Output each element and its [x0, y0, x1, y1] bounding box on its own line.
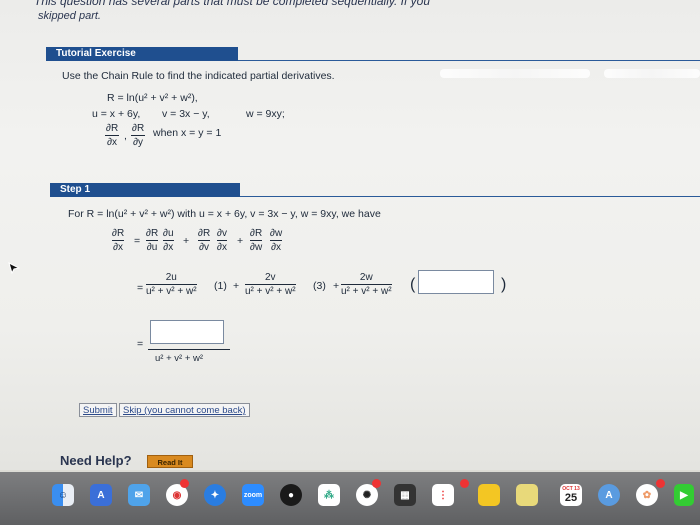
finder-icon[interactable]: ☺ — [52, 484, 74, 506]
calendar-icon[interactable]: OCT 13 25 — [560, 484, 582, 506]
fraction-bar — [148, 349, 230, 350]
plus: + — [237, 235, 244, 247]
frac-num: ∂R — [112, 228, 125, 239]
frac-den: u² + v² + w² — [245, 286, 296, 297]
dr-du: ∂R ∂u — [146, 228, 159, 253]
plus: + — [333, 280, 340, 292]
frac-den: ∂x — [217, 242, 227, 253]
frac-den: u² + v² + w² — [341, 286, 392, 297]
notification-badge — [180, 479, 189, 488]
slack-icon[interactable]: ⁂ — [318, 484, 340, 506]
zoom-icon[interactable]: zoom — [242, 484, 264, 506]
lhs-dr-dx: ∂R ∂x — [112, 228, 125, 253]
tutorial-rule — [238, 60, 700, 61]
final-denominator: u² + v² + w² — [155, 353, 204, 364]
cut-off-text: This question has several parts that mus… — [34, 0, 430, 8]
plus: + — [233, 280, 240, 292]
frac-num: 2u — [165, 272, 177, 283]
frac-num: ∂R — [106, 123, 119, 134]
numerator-answer-input[interactable] — [150, 320, 224, 344]
frac-den: ∂u — [146, 242, 158, 253]
equation-w: w = 9xy; — [246, 108, 285, 120]
translate-icon[interactable]: A — [90, 484, 112, 506]
maps-icon[interactable]: A — [598, 484, 620, 506]
step-header: Step 1 — [50, 183, 240, 197]
skip-button[interactable]: Skip (you cannot come back) — [119, 403, 250, 417]
need-help-label: Need Help? — [60, 453, 132, 468]
frac-den: ∂y — [133, 137, 144, 148]
mail-icon[interactable]: ✉ — [128, 484, 150, 506]
frac-den: ∂x — [107, 137, 118, 148]
skipped-notice: skipped part. — [38, 10, 101, 22]
frac-num: ∂R — [250, 228, 263, 239]
dr-dw: ∂R ∂w — [250, 228, 263, 253]
notification-badge — [656, 479, 665, 488]
step-rule — [240, 196, 700, 197]
frac-den: ∂v — [199, 242, 210, 253]
dw-dx: ∂w ∂x — [270, 228, 283, 253]
multiplier-1: (1) — [214, 280, 227, 292]
glare — [604, 69, 700, 78]
page: This question has several parts that mus… — [0, 0, 700, 470]
photos-icon[interactable]: ✿ — [636, 484, 658, 506]
instruction-text: Use the Chain Rule to find the indicated… — [62, 70, 335, 82]
target-dr-dy: ∂R ∂y — [131, 123, 146, 148]
glare — [440, 69, 590, 78]
frac-num: ∂u — [163, 228, 174, 239]
screen-icon[interactable]: ● — [280, 484, 302, 506]
open-paren: ( — [410, 276, 416, 293]
condition-text: when x = y = 1 — [153, 127, 222, 139]
target-dr-dx: ∂R ∂x — [105, 123, 120, 148]
separator: , — [124, 130, 127, 142]
frac-num: ∂R — [132, 123, 145, 134]
frac-num: ∂w — [270, 228, 283, 239]
step-intro: For R = ln(u² + v² + w²) with u = x + 6y… — [68, 208, 381, 220]
equation-u: u = x + 6y, — [92, 108, 141, 120]
calculator-icon[interactable]: ▦ — [394, 484, 416, 506]
term2-fraction: 2v u² + v² + w² — [245, 272, 296, 297]
equation-v: v = 3x − y, — [162, 108, 210, 120]
close-paren: ) — [501, 276, 507, 293]
dr-dv: ∂R ∂v — [198, 228, 211, 253]
submit-button[interactable]: Submit — [79, 403, 117, 417]
equals: = — [137, 338, 144, 350]
notes-icon[interactable]: ⋮ — [432, 484, 454, 506]
facetime-icon[interactable]: ▶ — [674, 484, 694, 506]
term1-fraction: 2u u² + v² + w² — [146, 272, 197, 297]
frac-den: ∂x — [271, 242, 282, 253]
frac-den: ∂w — [250, 242, 263, 253]
equals: = — [134, 235, 141, 247]
mouse-cursor-icon — [8, 262, 20, 274]
frac-den: ∂x — [113, 242, 124, 253]
tutorial-header: Tutorial Exercise — [46, 47, 238, 61]
calendar-day: 25 — [564, 492, 578, 504]
read-it-button[interactable]: Read It — [147, 455, 193, 468]
stickies-icon[interactable] — [516, 484, 538, 506]
frac-den: ∂x — [163, 242, 174, 253]
equation-r: R = ln(u² + v² + w²), — [107, 92, 198, 104]
frac-den: u² + v² + w² — [146, 286, 197, 297]
plus: + — [183, 235, 190, 247]
notification-badge — [460, 479, 469, 488]
frac-num: ∂R — [146, 228, 159, 239]
sticky-icon[interactable] — [478, 484, 500, 506]
du-dx: ∂u ∂x — [163, 228, 174, 253]
safari-icon[interactable]: ✦ — [204, 484, 226, 506]
equals: = — [137, 282, 144, 294]
notification-badge — [372, 479, 381, 488]
frac-num: ∂v — [217, 228, 227, 239]
term3-fraction: 2w u² + v² + w² — [341, 272, 392, 297]
multiplier-3: (3) — [313, 280, 326, 292]
frac-num: 2w — [359, 272, 373, 283]
frac-num: 2v — [265, 272, 276, 283]
dw-dx-answer-input[interactable] — [418, 270, 494, 294]
frac-num: ∂R — [198, 228, 211, 239]
dv-dx: ∂v ∂x — [217, 228, 227, 253]
